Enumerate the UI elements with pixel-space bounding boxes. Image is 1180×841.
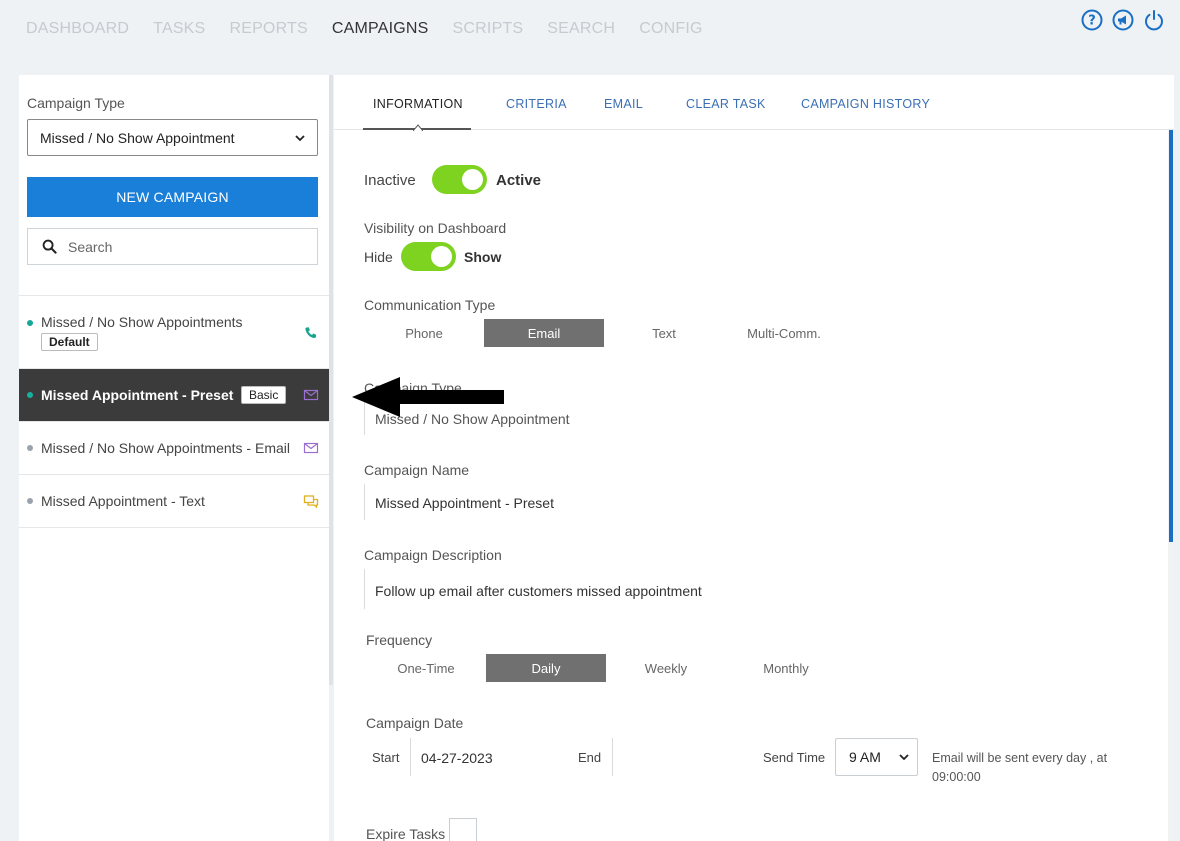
- show-label: Show: [464, 249, 502, 265]
- default-badge: Default: [41, 333, 98, 351]
- comm-option-email[interactable]: Email: [484, 319, 604, 347]
- campaign-description-label: Campaign Description: [364, 547, 502, 563]
- campaign-name-field[interactable]: Missed Appointment - Preset: [375, 495, 554, 511]
- send-time-value: 9 AM: [849, 749, 881, 765]
- chevron-down-icon: [899, 754, 909, 761]
- nav-scripts[interactable]: SCRIPTS: [453, 20, 524, 40]
- nav-dashboard[interactable]: DASHBOARD: [26, 20, 129, 40]
- campaign-date-label: Campaign Date: [366, 715, 464, 731]
- campaign-name-label: Campaign Name: [364, 462, 470, 478]
- campaign-list-item[interactable]: Missed Appointment - Text: [19, 475, 329, 528]
- active-tab-caret-icon: [413, 124, 423, 131]
- field-divider: [410, 738, 411, 776]
- svg-text:?: ?: [1088, 14, 1096, 29]
- tab-information[interactable]: INFORMATION: [373, 97, 463, 111]
- expire-tasks-label: Expire Tasks: [366, 826, 446, 841]
- search-input[interactable]: Search: [27, 228, 318, 265]
- phone-icon: [305, 327, 317, 339]
- visibility-label: Visibility on Dashboard: [364, 220, 507, 236]
- tab-email[interactable]: EMAIL: [604, 97, 643, 111]
- campaign-list-item[interactable]: Missed / No Show Appointments - Email: [19, 422, 329, 475]
- basic-badge: Basic: [241, 386, 287, 404]
- vertical-scrollbar[interactable]: [1168, 130, 1174, 841]
- start-date-field[interactable]: 04-27-2023: [421, 750, 493, 766]
- field-divider: [612, 738, 613, 776]
- campaign-sidebar: Campaign Type Missed / No Show Appointme…: [19, 75, 333, 841]
- email-icon: [303, 442, 319, 454]
- comm-option-phone[interactable]: Phone: [364, 319, 484, 347]
- end-label: End: [578, 750, 602, 765]
- frequency-option-weekly[interactable]: Weekly: [606, 654, 726, 682]
- status-dot: [27, 392, 33, 398]
- nav-tasks[interactable]: TASKS: [153, 20, 205, 40]
- search-icon: [42, 239, 57, 254]
- expire-tasks-checkbox[interactable]: [449, 818, 477, 841]
- frequency-option-one-time[interactable]: One-Time: [366, 654, 486, 682]
- campaign-list-item[interactable]: Missed / No Show Appointments Default: [19, 296, 329, 369]
- annotation-arrow-icon: [352, 377, 504, 417]
- tab-campaign-history[interactable]: CAMPAIGN HISTORY: [801, 97, 930, 111]
- help-icon[interactable]: ?: [1080, 8, 1104, 32]
- field-divider: [364, 484, 365, 520]
- nav-search[interactable]: SEARCH: [547, 20, 615, 40]
- campaign-name: Missed / No Show Appointments - Email: [41, 440, 290, 456]
- send-schedule-note: Email will be sent every day , at 09:00:…: [932, 751, 1108, 784]
- campaign-name: Missed Appointment - Preset: [41, 387, 234, 403]
- tab-criteria[interactable]: CRITERIA: [506, 97, 567, 111]
- toggle-knob: [431, 246, 452, 267]
- communication-type-label: Communication Type: [364, 297, 496, 313]
- chevron-down-icon: [295, 134, 305, 141]
- campaign-list: Missed / No Show Appointments Default Mi…: [19, 295, 329, 528]
- comm-option-text[interactable]: Text: [604, 319, 724, 347]
- comm-option-multi-comm[interactable]: Multi-Comm.: [724, 319, 844, 347]
- campaign-detail-panel: INFORMATION CRITERIA EMAIL CLEAR TASK CA…: [334, 75, 1174, 841]
- sidebar-scrollbar[interactable]: [329, 75, 333, 685]
- campaign-description-field[interactable]: Follow up email after customers missed a…: [375, 583, 702, 599]
- start-label: Start: [372, 750, 400, 765]
- active-toggle[interactable]: [432, 165, 487, 194]
- send-time-label: Send Time: [763, 750, 826, 765]
- campaign-type-label: Campaign Type: [27, 95, 125, 111]
- new-campaign-button[interactable]: NEW CAMPAIGN: [27, 177, 318, 217]
- frequency-label: Frequency: [366, 632, 433, 648]
- email-icon: [303, 389, 319, 401]
- scrollbar-thumb[interactable]: [1169, 130, 1173, 542]
- campaign-type-select[interactable]: Missed / No Show Appointment: [27, 119, 318, 156]
- visibility-toggle[interactable]: [401, 242, 456, 271]
- top-navigation: DASHBOARD TASKS REPORTS CAMPAIGNS SCRIPT…: [26, 20, 727, 40]
- campaign-name: Missed / No Show Appointments: [41, 314, 243, 330]
- communication-type-selector: Phone Email Text Multi-Comm.: [364, 319, 844, 347]
- top-icons: ?: [1080, 8, 1166, 32]
- status-dot: [27, 445, 33, 451]
- power-icon[interactable]: [1142, 8, 1166, 32]
- announcement-icon[interactable]: [1111, 8, 1135, 32]
- nav-campaigns[interactable]: CAMPAIGNS: [332, 20, 429, 40]
- frequency-selector: One-Time Daily Weekly Monthly: [366, 654, 846, 682]
- send-time-select[interactable]: 9 AM: [835, 738, 918, 776]
- tab-bar: INFORMATION CRITERIA EMAIL CLEAR TASK CA…: [334, 75, 1174, 131]
- search-placeholder: Search: [68, 238, 113, 255]
- tab-clear-task[interactable]: CLEAR TASK: [686, 97, 766, 111]
- inactive-label: Inactive: [364, 172, 416, 189]
- status-dot: [27, 498, 33, 504]
- toggle-knob: [462, 169, 483, 190]
- field-divider: [364, 569, 365, 609]
- frequency-option-monthly[interactable]: Monthly: [726, 654, 846, 682]
- hide-label: Hide: [364, 249, 393, 265]
- campaign-name: Missed Appointment - Text: [41, 493, 205, 509]
- nav-config[interactable]: CONFIG: [639, 20, 702, 40]
- chat-icon: [303, 495, 319, 509]
- active-label: Active: [496, 172, 542, 189]
- campaign-list-item-selected[interactable]: Missed Appointment - Preset Basic: [19, 369, 329, 422]
- status-dot: [27, 320, 33, 326]
- campaign-type-value: Missed / No Show Appointment: [40, 129, 235, 146]
- nav-reports[interactable]: REPORTS: [229, 20, 307, 40]
- frequency-option-daily[interactable]: Daily: [486, 654, 606, 682]
